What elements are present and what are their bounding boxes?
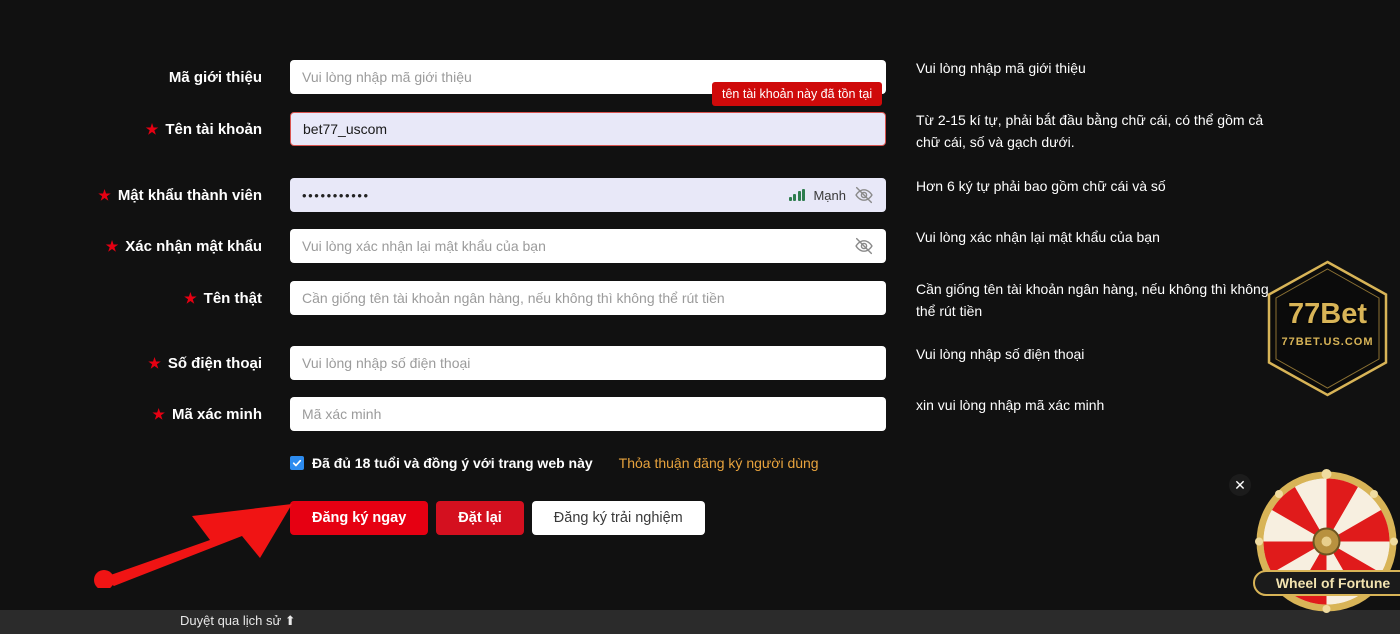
- agreement-text: Đã đủ 18 tuổi và đồng ý với trang web nà…: [312, 455, 593, 471]
- label-text: Tên thật: [203, 289, 262, 307]
- required-star-icon: ★: [148, 355, 161, 371]
- brand-logo-77bet: 77Bet 77BET.US.COM: [1255, 256, 1400, 401]
- password-strength-label: Mạnh: [813, 187, 846, 203]
- form-row-real-name: ★ Tên thật Cần giống tên tài khoản ngân …: [0, 281, 1400, 319]
- form-row-username: ★ Tên tài khoản bet77_uscom Từ 2-15 kí t…: [0, 112, 1400, 150]
- hint-phone: Vui lòng nhập số điện thoại: [916, 346, 1085, 362]
- logo-hexagon: 77Bet 77BET.US.COM: [1255, 256, 1400, 401]
- agreement-row: Đã đủ 18 tuổi và đồng ý với trang web nà…: [290, 455, 819, 471]
- input-value: bet77_uscom: [303, 121, 388, 137]
- register-now-button[interactable]: Đăng ký ngay: [290, 501, 429, 535]
- label-text: Mã xác minh: [171, 405, 262, 423]
- registration-page: Mã giới thiệu Vui lòng nhập mã giới thiệ…: [0, 0, 1400, 634]
- logo-sub-text: 77BET.US.COM: [1281, 336, 1374, 348]
- input-real-name[interactable]: Cần giống tên tài khoản ngân hàng, nếu k…: [290, 281, 886, 315]
- label-text: Tên tài khoản: [165, 120, 262, 138]
- required-star-icon: ★: [145, 121, 159, 137]
- label-text: Mật khẩu thành viên: [117, 186, 262, 204]
- close-wheel-icon[interactable]: ✕: [1229, 474, 1251, 496]
- placeholder-text: Vui lòng xác nhận lại mật khẩu của bạn: [302, 238, 546, 254]
- status-bar-text: Duyệt qua lịch sử ⬆: [180, 613, 296, 628]
- input-username[interactable]: bet77_uscom: [290, 112, 886, 146]
- label-text: Xác nhận mật khẩu: [125, 237, 262, 255]
- label-password: ★ Mật khẩu thành viên: [40, 178, 262, 212]
- label-verification-code: ★ Mã xác minh: [40, 397, 262, 431]
- label-phone: ★ Số điện thoại: [40, 346, 262, 380]
- eye-slash-icon[interactable]: [854, 185, 874, 205]
- form-row-password: ★ Mật khẩu thành viên ••••••••••• Mạnh H…: [0, 178, 1400, 212]
- password-field-adornments: Mạnh: [788, 185, 874, 205]
- signal-bars-icon: [788, 189, 806, 201]
- form-row-confirm-password: ★ Xác nhận mật khẩu Vui lòng xác nhận lạ…: [0, 229, 1400, 263]
- input-verification-code[interactable]: Mã xác minh: [290, 397, 886, 431]
- label-referral-code: Mã giới thiệu: [40, 60, 262, 94]
- age-agreement-checkbox[interactable]: [290, 456, 304, 470]
- action-buttons: Đăng ký ngay Đặt lại Đăng ký trải nghiệm: [290, 501, 705, 535]
- label-confirm-password: ★ Xác nhận mật khẩu: [40, 229, 262, 263]
- form-row-referral-code: Mã giới thiệu Vui lòng nhập mã giới thiệ…: [0, 60, 1400, 94]
- input-phone[interactable]: Vui lòng nhập số điện thoại: [290, 346, 886, 380]
- reset-button[interactable]: Đặt lại: [436, 501, 524, 535]
- eye-slash-icon[interactable]: [854, 236, 874, 256]
- hint-username: Từ 2-15 kí tự, phải bắt đầu bằng chữ cái…: [916, 112, 1264, 150]
- browser-status-bar: Duyệt qua lịch sử ⬆: [0, 610, 1400, 634]
- form-row-verification-code: ★ Mã xác minh Mã xác minh xin vui lòng n…: [0, 397, 1400, 431]
- form-row-phone: ★ Số điện thoại Vui lòng nhập số điện th…: [0, 346, 1400, 380]
- required-star-icon: ★: [152, 406, 165, 422]
- hint-referral-code: Vui lòng nhập mã giới thiệu: [916, 60, 1086, 76]
- confirm-password-adornments: [854, 236, 874, 256]
- placeholder-text: Vui lòng nhập mã giới thiệu: [302, 69, 472, 85]
- check-icon: [292, 459, 302, 467]
- placeholder-text: Vui lòng nhập số điện thoại: [302, 355, 471, 371]
- label-real-name: ★ Tên thật: [40, 281, 262, 315]
- logo-main-text: 77Bet: [1288, 298, 1367, 330]
- label-text: Mã giới thiệu: [168, 68, 262, 86]
- input-confirm-password[interactable]: Vui lòng xác nhận lại mật khẩu của bạn: [290, 229, 886, 263]
- wheel-of-fortune-label: Wheel of Fortune: [1253, 570, 1400, 596]
- placeholder-text: Mã xác minh: [302, 406, 382, 422]
- hint-real-name: Cần giống tên tài khoản ngân hàng, nếu k…: [916, 281, 1269, 319]
- hint-password: Hơn 6 ký tự phải bao gồm chữ cái và số: [916, 178, 1166, 194]
- required-star-icon: ★: [184, 290, 197, 306]
- label-username: ★ Tên tài khoản: [40, 112, 262, 146]
- label-text: Số điện thoại: [167, 354, 262, 372]
- input-value: •••••••••••: [302, 187, 370, 203]
- required-star-icon: ★: [105, 238, 119, 254]
- hint-verification-code: xin vui lòng nhập mã xác minh: [916, 397, 1105, 413]
- input-password[interactable]: ••••••••••• Mạnh: [290, 178, 886, 212]
- required-star-icon: ★: [98, 187, 111, 203]
- annotation-arrow: [92, 496, 302, 590]
- trial-register-button[interactable]: Đăng ký trải nghiệm: [531, 501, 705, 535]
- hint-confirm-password: Vui lòng xác nhận lại mật khẩu của bạn: [916, 229, 1160, 245]
- user-agreement-link[interactable]: Thỏa thuận đăng ký người dùng: [619, 455, 819, 471]
- placeholder-text: Cần giống tên tài khoản ngân hàng, nếu k…: [302, 290, 725, 306]
- username-error-tooltip: tên tài khoản này đã tồn tại: [712, 82, 883, 106]
